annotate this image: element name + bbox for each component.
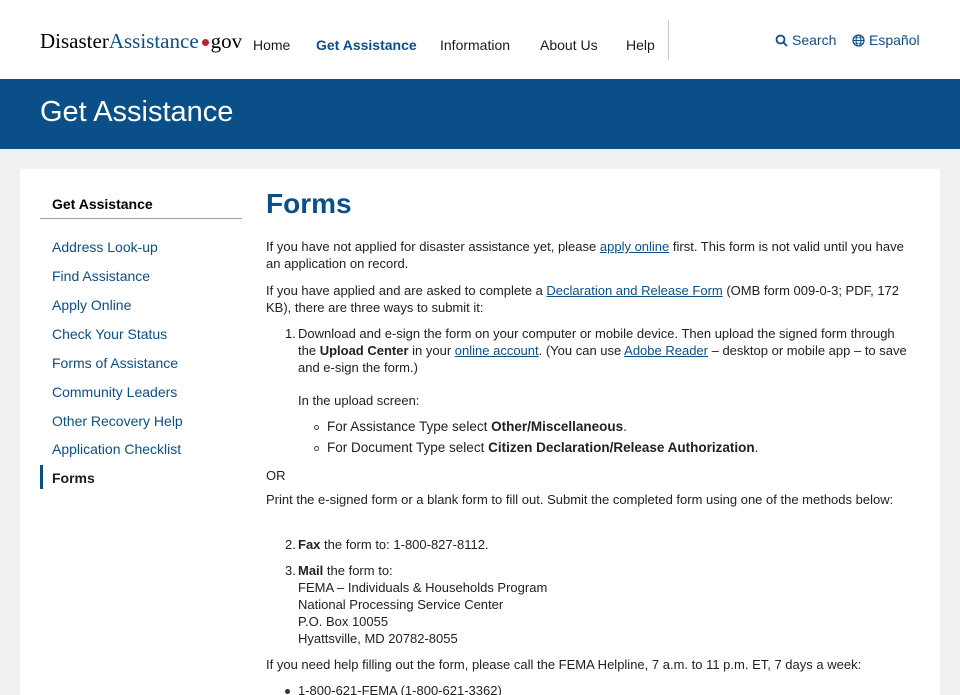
search-label: Search (792, 32, 837, 48)
globe-icon (852, 33, 865, 47)
logo-part-disaster: Disaster (40, 29, 109, 53)
sub1-text-post: . (623, 419, 627, 434)
language-link[interactable]: Español (852, 32, 920, 48)
step-3-text: Mail the form to: (298, 562, 898, 579)
banner-title: Get Assistance (40, 96, 234, 128)
print-paragraph: Print the e-signed form or a blank form … (266, 492, 894, 507)
site-logo[interactable]: DisasterAssistance gov (40, 29, 242, 54)
step-2-number: 2. (285, 537, 296, 552)
logo-part-gov: gov (210, 29, 243, 53)
mail-text: the form to: (323, 563, 393, 578)
sidebar-item-application-checklist[interactable]: Application Checklist (52, 441, 181, 457)
declaration-text-before: If you have applied and are asked to com… (266, 283, 547, 298)
nav-divider (668, 20, 669, 60)
phone-list-item: 1-800-621-FEMA (1-800-621-3362) (285, 682, 885, 695)
page-title: Forms (266, 188, 352, 219)
sidebar-item-apply-online[interactable]: Apply Online (52, 297, 131, 313)
upload-sub-item-assistance-type: For Assistance Type select Other/Miscell… (314, 418, 904, 435)
step-1-text: Download and e-sign the form on your com… (298, 325, 910, 376)
fax-text: the form to: 1-800-827-8112. (320, 537, 489, 552)
step-1-number: 1. (285, 326, 296, 341)
circle-bullet-icon (314, 445, 319, 451)
sidebar-current-indicator (40, 465, 43, 489)
address-line-2: National Processing Service Center (298, 597, 504, 612)
sub2-bold: Citizen Declaration/Release Authorizatio… (488, 440, 755, 455)
sub2-text-post: . (754, 440, 759, 455)
step-3-number: 3. (285, 563, 296, 578)
sidebar-item-other-recovery-help[interactable]: Other Recovery Help (52, 413, 183, 429)
sidebar-item-find-assistance[interactable]: Find Assistance (52, 268, 150, 284)
step-1-text-c: . (You can use (538, 343, 625, 358)
sub2-text-pre: For Document Type select (327, 440, 489, 455)
upload-screen-intro: In the upload screen: (298, 393, 420, 408)
sidebar-item-forms[interactable]: Forms (52, 470, 95, 486)
address-line-3: P.O. Box 10055 (298, 614, 389, 629)
online-account-link[interactable]: online account (455, 343, 539, 358)
sidebar-item-check-status[interactable]: Check Your Status (52, 326, 167, 342)
logo-dot-icon (201, 39, 209, 47)
step-2-text: Fax the form to: 1-800-827-8112. (298, 536, 898, 553)
sidebar-heading: Get Assistance (52, 196, 153, 212)
intro-paragraph: If you have not applied for disaster ass… (266, 238, 916, 272)
upload-sub-item-document-type: For Document Type select Citizen Declara… (314, 439, 904, 456)
address-line-4: Hyattsville, MD 20782-8055 (298, 631, 458, 646)
sidebar-item-community-leaders[interactable]: Community Leaders (52, 384, 177, 400)
mail-label: Mail (298, 563, 324, 578)
nav-home[interactable]: Home (253, 37, 290, 53)
sidebar-item-forms-of-assistance[interactable]: Forms of Assistance (52, 355, 178, 371)
nav-get-assistance[interactable]: Get Assistance (316, 37, 417, 53)
phone-number: 1-800-621-FEMA (1-800-621-3362) (298, 683, 502, 695)
sidebar-divider (40, 218, 242, 219)
address-line-1: FEMA – Individuals & Households Program (298, 580, 548, 595)
declaration-paragraph: If you have applied and are asked to com… (266, 282, 916, 316)
step-1-text-b: in your (408, 343, 455, 358)
sidebar-item-address-lookup[interactable]: Address Look-up (52, 239, 158, 255)
search-icon (775, 34, 788, 47)
helpline-paragraph: If you need help filling out the form, p… (266, 657, 862, 672)
apply-online-link[interactable]: apply online (600, 239, 669, 254)
adobe-reader-link[interactable]: Adobe Reader (624, 343, 708, 358)
upload-center-label: Upload Center (319, 343, 409, 358)
search-link[interactable]: Search (775, 32, 836, 48)
nav-help[interactable]: Help (626, 37, 655, 53)
circle-bullet-icon (314, 424, 319, 430)
intro-text-before: If you have not applied for disaster ass… (266, 239, 600, 254)
disc-bullet-icon (285, 689, 290, 695)
declaration-form-link[interactable]: Declaration and Release Form (546, 283, 722, 298)
sub1-text-pre: For Assistance Type select (327, 419, 492, 434)
sub1-bold: Other/Miscellaneous (491, 419, 624, 434)
nav-about-us[interactable]: About Us (540, 37, 598, 53)
nav-information[interactable]: Information (440, 37, 510, 53)
fax-label: Fax (298, 537, 321, 552)
page-banner: Get Assistance (0, 79, 960, 149)
logo-part-assistance: Assistance (108, 29, 199, 53)
or-separator: OR (266, 468, 286, 483)
language-label: Español (869, 32, 920, 48)
